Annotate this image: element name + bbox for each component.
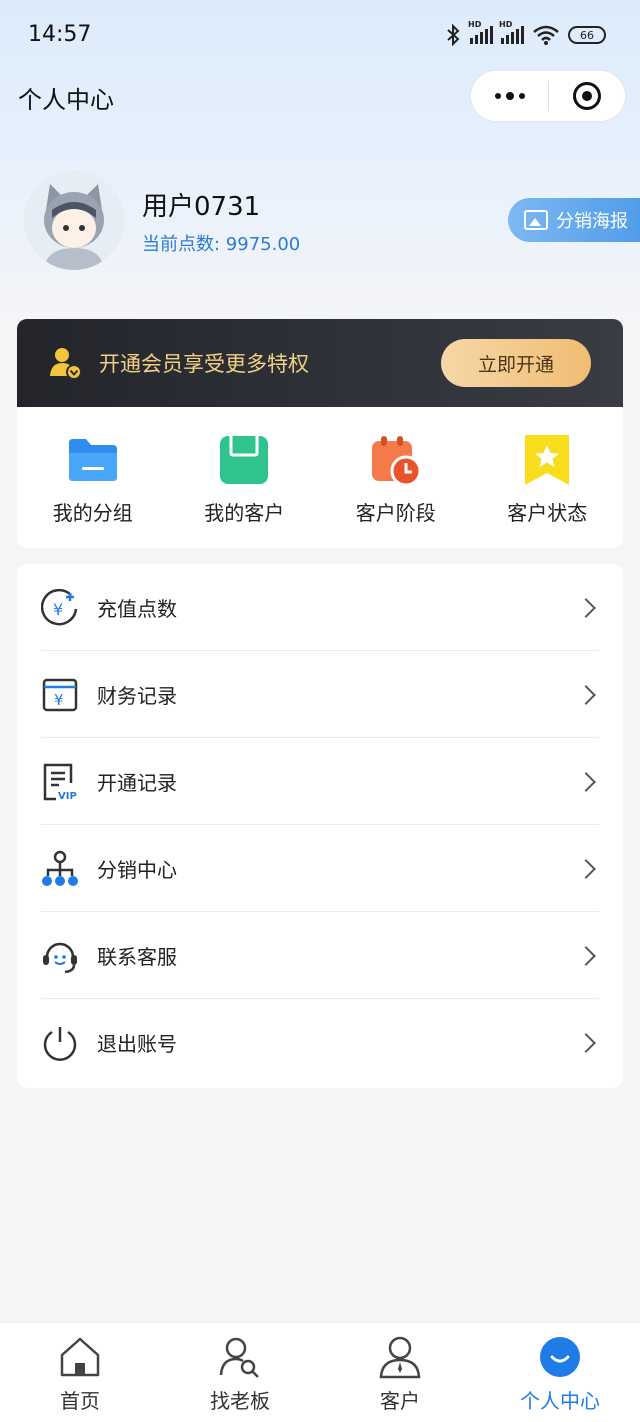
close-miniprogram-button[interactable]	[549, 71, 625, 121]
tab-find-boss[interactable]: 找老板	[160, 1323, 320, 1422]
quick-link-label: 客户阶段	[355, 501, 436, 525]
poster-button-label: 分销海报	[556, 211, 628, 232]
menu-item-recharge[interactable]: ¥ 充值点数	[41, 564, 599, 651]
star-bookmark-icon	[525, 435, 570, 485]
target-icon	[573, 82, 601, 110]
quick-links: 我的分组 我的客户 客户阶段 客户状态	[17, 407, 623, 548]
quick-link-customer-stage[interactable]: 客户阶段	[320, 407, 472, 548]
tab-home[interactable]: 首页	[0, 1323, 160, 1422]
chevron-right-icon	[576, 1032, 596, 1053]
tab-customers[interactable]: 客户	[320, 1323, 480, 1422]
vip-banner-text: 开通会员享受更多特权	[99, 352, 309, 376]
chevron-right-icon	[576, 597, 596, 618]
activate-now-button[interactable]: 立即开通	[441, 339, 591, 387]
quick-link-my-customers[interactable]: 我的客户	[169, 407, 321, 548]
image-icon	[524, 210, 548, 230]
menu-item-logout[interactable]: 退出账号	[41, 999, 599, 1086]
tab-label: 找老板	[210, 1389, 270, 1413]
customer-icon	[379, 1336, 421, 1379]
distribution-poster-button[interactable]: 分销海报	[508, 198, 640, 242]
membership-card: 开通会员享受更多特权 立即开通 我的分组 我的客户 客户阶段 客户状态	[17, 319, 623, 548]
more-button[interactable]	[471, 71, 548, 121]
quick-link-my-groups[interactable]: 我的分组	[17, 407, 169, 548]
vip-user-icon	[50, 348, 82, 380]
battery-icon: 66	[568, 26, 606, 44]
recharge-icon: ¥	[41, 588, 78, 625]
bottom-tab-bar: 首页 找老板 客户 个人中心	[0, 1322, 640, 1422]
vip-record-icon: VIP	[43, 763, 77, 801]
status-bar: 14:57 HD HD 66	[0, 0, 640, 70]
menu-item-label: 财务记录	[97, 684, 177, 708]
chevron-right-icon	[576, 858, 596, 879]
vip-banner: 开通会员享受更多特权 立即开通	[17, 319, 623, 407]
cat-hood-avatar-icon	[24, 170, 124, 270]
menu-item-label: 分销中心	[97, 858, 177, 882]
menu-item-label: 联系客服	[97, 945, 177, 969]
distribution-icon	[42, 850, 78, 886]
menu-item-distribution-center[interactable]: 分销中心	[41, 825, 599, 912]
menu-list: ¥ 充值点数 ¥ 财务记录 VIP 开通记录 分销中心 联系客服 退出账号	[17, 564, 623, 1088]
username: 用户0731	[142, 192, 261, 222]
menu-item-label: 开通记录	[97, 771, 177, 795]
signal-icon: HD	[468, 20, 493, 44]
find-boss-icon	[219, 1337, 259, 1378]
calendar-clock-icon	[371, 436, 422, 487]
tab-label: 首页	[60, 1389, 100, 1413]
svg-text:¥: ¥	[53, 600, 63, 619]
folder-icon	[68, 439, 117, 481]
menu-item-label: 充值点数	[97, 597, 177, 621]
bluetooth-icon	[447, 24, 460, 46]
menu-item-contact-support[interactable]: 联系客服	[41, 912, 599, 999]
tab-label: 客户	[380, 1389, 420, 1413]
tab-profile[interactable]: 个人中心	[480, 1323, 640, 1422]
profile-icon	[540, 1337, 580, 1377]
quick-link-customer-status[interactable]: 客户状态	[472, 407, 624, 548]
chevron-right-icon	[576, 771, 596, 792]
miniprogram-capsule	[470, 70, 626, 122]
power-icon	[43, 1026, 77, 1061]
menu-item-activation-records[interactable]: VIP 开通记录	[41, 738, 599, 825]
signal-icon: HD	[499, 20, 524, 44]
page-title: 个人中心	[18, 86, 114, 114]
customer-service-icon	[43, 942, 77, 973]
status-icons: HD HD 66	[444, 20, 606, 46]
points-balance: 当前点数: 9975.00	[142, 234, 301, 255]
chevron-right-icon	[576, 684, 596, 705]
wifi-icon	[533, 25, 559, 45]
finance-record-icon: ¥	[42, 678, 78, 711]
svg-text:¥: ¥	[54, 691, 64, 709]
status-time: 14:57	[28, 22, 92, 47]
quick-link-label: 我的分组	[52, 501, 133, 525]
menu-item-finance-records[interactable]: ¥ 财务记录	[41, 651, 599, 738]
vip-badge: VIP	[58, 791, 77, 801]
quick-link-label: 客户状态	[507, 501, 588, 525]
menu-item-label: 退出账号	[97, 1032, 177, 1056]
avatar[interactable]	[24, 170, 124, 270]
tab-label: 个人中心	[520, 1389, 600, 1413]
chevron-right-icon	[576, 945, 596, 966]
quick-link-label: 我的客户	[204, 501, 285, 525]
save-icon	[220, 436, 269, 484]
home-icon	[60, 1337, 100, 1377]
